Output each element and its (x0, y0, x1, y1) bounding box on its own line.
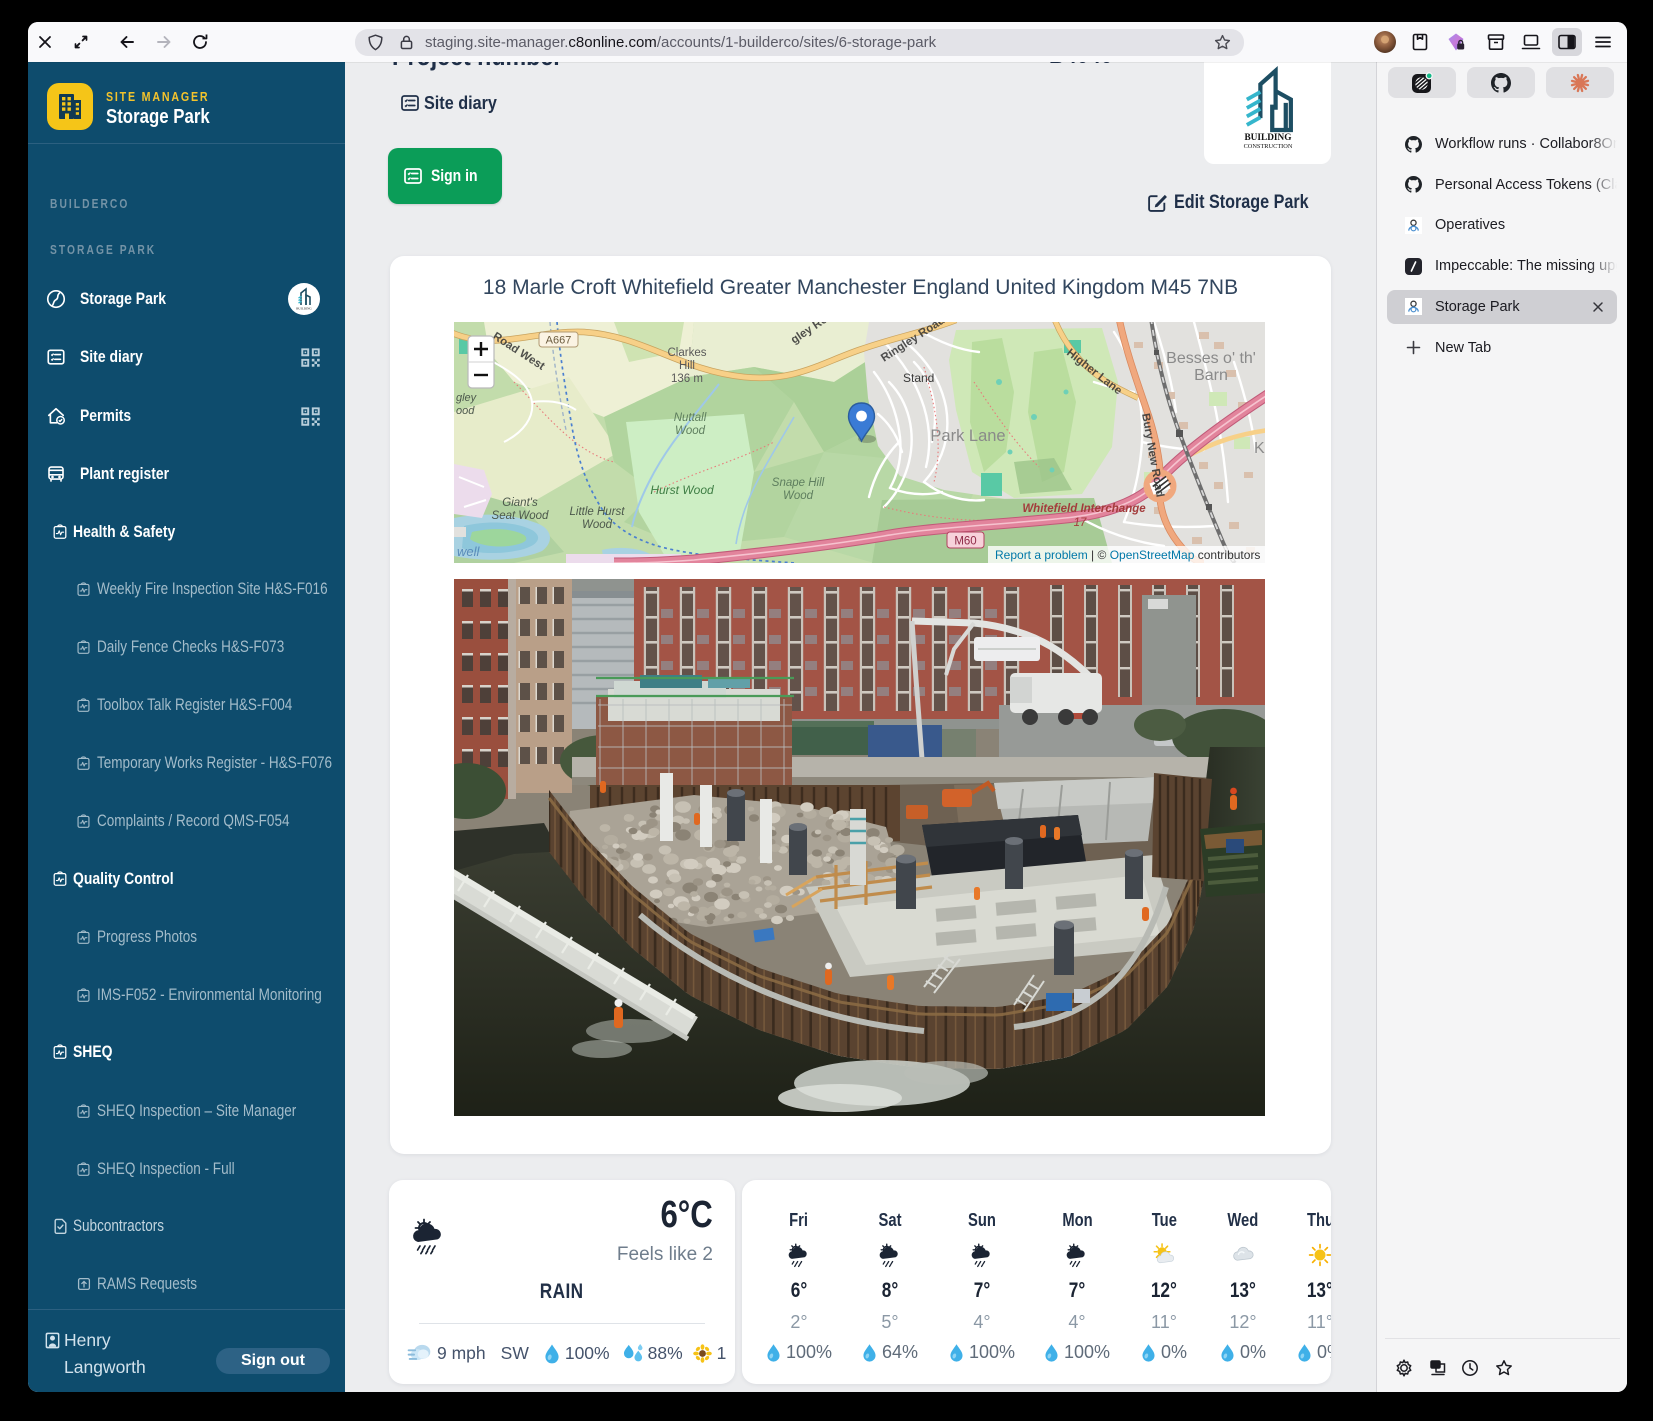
svg-text:M60: M60 (954, 536, 976, 548)
svg-text:Wood: Wood (675, 425, 706, 437)
svg-text:Snape Hill: Snape Hill (772, 477, 825, 489)
svg-text:Hill: Hill (679, 360, 695, 372)
svg-text:A667: A667 (546, 335, 572, 347)
svg-text:Besses o' th': Besses o' th' (1166, 350, 1256, 367)
svg-text:136 m: 136 m (671, 373, 703, 385)
svg-text:Nuttall: Nuttall (674, 412, 707, 424)
svg-text:Wood: Wood (783, 490, 814, 502)
svg-text:Whitefield Interchange: Whitefield Interchange (1022, 503, 1146, 515)
svg-text:Barn: Barn (1194, 367, 1228, 384)
svg-text:Kir: Kir (1254, 440, 1265, 457)
svg-text:Wood: Wood (582, 519, 613, 531)
svg-text:well: well (457, 544, 481, 559)
svg-text:CONSTRUCTION: CONSTRUCTION (1244, 143, 1293, 150)
svg-text:Park Lane: Park Lane (930, 427, 1005, 445)
svg-text:BUILDING: BUILDING (1244, 133, 1291, 143)
svg-text:Report a problem | © OpenStree: Report a problem | © OpenStreetMap contr… (995, 548, 1260, 562)
svg-text:BUILDING: BUILDING (296, 307, 312, 311)
svg-text:Clarkes: Clarkes (668, 347, 707, 359)
svg-text:Little Hurst: Little Hurst (570, 506, 626, 518)
svg-text:gley: gley (456, 392, 478, 404)
svg-text:Stand: Stand (903, 371, 934, 385)
svg-text:Seat Wood: Seat Wood (492, 510, 549, 522)
svg-text:Hurst Wood: Hurst Wood (650, 483, 714, 497)
svg-text:17: 17 (1074, 517, 1087, 529)
svg-text:ood: ood (456, 405, 475, 417)
svg-text:Giant's: Giant's (502, 497, 538, 509)
